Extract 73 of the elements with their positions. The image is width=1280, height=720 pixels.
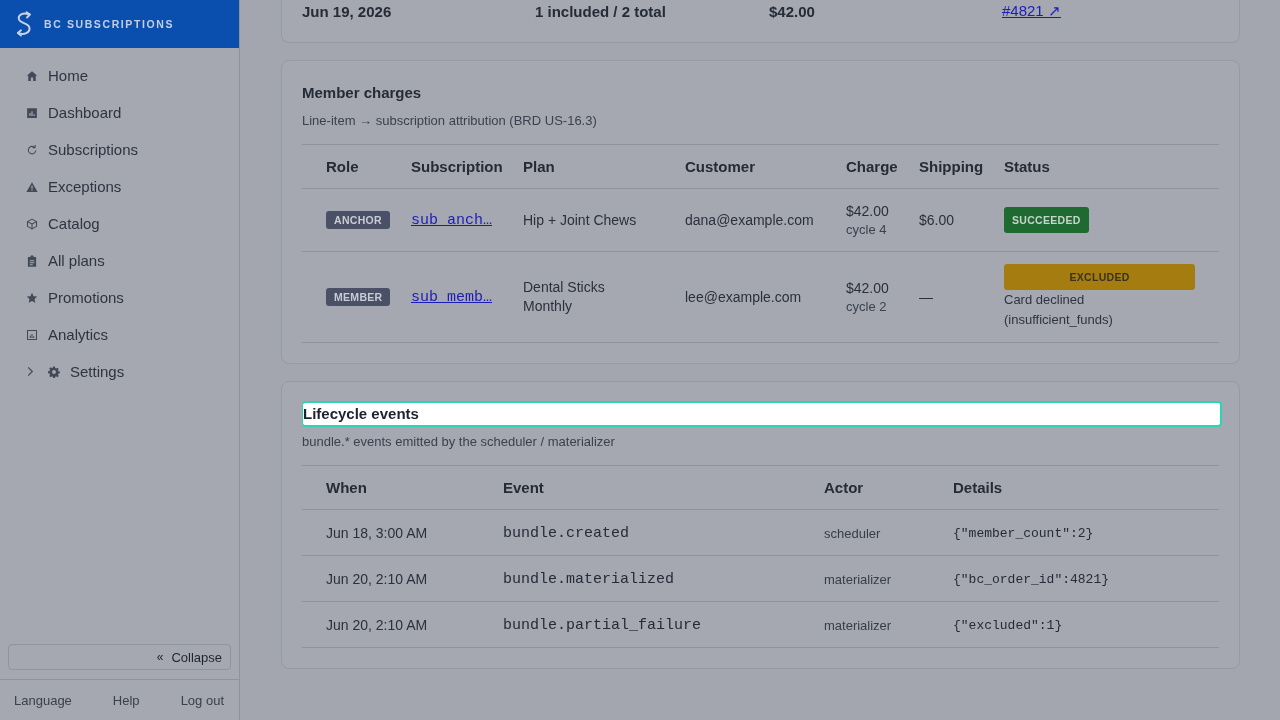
- status-tag: SUCCEEDED: [1004, 207, 1089, 233]
- event-name: bundle.materialized: [503, 570, 675, 588]
- column-header: Shipping: [919, 158, 985, 175]
- event-details: {"excluded":1}: [953, 618, 1063, 633]
- section-subtitle: bundle.* events emitted by the scheduler / materializer: [302, 433, 616, 451]
- footer-link[interactable]: Language: [14, 692, 72, 708]
- nav-item[interactable]: Analytics: [0, 316, 231, 353]
- nav-item[interactable]: All plans: [0, 242, 231, 279]
- table-cell: Jun 19, 2026: [302, 2, 392, 20]
- table-cell: —: [919, 289, 933, 305]
- table-cell: lee@example.com: [685, 289, 802, 305]
- table-cell-text: $42.00: [846, 202, 889, 221]
- column-header: Event: [503, 479, 545, 496]
- gear-icon: [48, 365, 60, 378]
- table-cell: Jun 18, 3:00 AM: [326, 524, 428, 541]
- status-note: Card declined (insufficient_funds): [1004, 291, 1114, 329]
- refresh-icon: [26, 143, 38, 156]
- subscription-link[interactable]: sub_anch…: [411, 212, 492, 229]
- column-header: Details: [953, 479, 1004, 496]
- role-tag: MEMBER: [326, 288, 391, 306]
- event-name: bundle.partial_failure: [503, 616, 702, 634]
- column-header: Subscription: [411, 158, 504, 175]
- nav-item[interactable]: Promotions: [0, 279, 231, 316]
- table-cell: Jun 20, 2:10 AM: [326, 616, 428, 633]
- column-header: Role: [325, 158, 360, 175]
- order-link[interactable]: #4821 ↗: [1002, 2, 1061, 20]
- event-details: {"member_count":2}: [953, 526, 1094, 541]
- table-cell: materializer: [824, 571, 892, 587]
- chevron-icon: [26, 366, 34, 377]
- nav-item[interactable]: Dashboard: [0, 94, 231, 131]
- section-title: Lifecycle events: [302, 401, 1222, 427]
- dashboard-icon: [26, 106, 38, 119]
- event-name: bundle.created: [503, 524, 630, 542]
- cube-icon: [26, 217, 38, 230]
- table-cell: Hip + Joint Chews: [523, 211, 637, 228]
- event-details: {"bc_order_id":4821}: [953, 572, 1110, 587]
- status-tag: EXCLUDED: [1004, 264, 1195, 290]
- cycle-label: cycle 2: [846, 298, 887, 316]
- column-header: Plan: [523, 158, 556, 175]
- cycle-label: cycle 4: [846, 221, 887, 239]
- column-header: Status: [1004, 158, 1051, 175]
- nav-item[interactable]: Home: [0, 57, 231, 94]
- column-header: When: [325, 479, 368, 496]
- brand-name: BC SUBSCRIPTIONS: [44, 18, 175, 30]
- clipboard-icon: [26, 254, 38, 267]
- home-icon: [26, 69, 38, 82]
- table-cell: scheduler: [824, 525, 881, 541]
- section-title: Member charges: [302, 83, 423, 103]
- section-subtitle: Line-item → subscription attribution (BRD US-16.3): [302, 112, 598, 130]
- bar-chart-icon: [26, 328, 38, 341]
- table-cell: dana@example.com: [685, 212, 814, 228]
- star-icon: [26, 291, 38, 304]
- column-header: Actor: [824, 479, 865, 496]
- column-header: Charge: [846, 158, 899, 175]
- nav-item[interactable]: Subscriptions: [0, 131, 231, 168]
- column-header: Customer: [685, 158, 756, 175]
- warning-icon: [26, 180, 38, 193]
- table-cell: $6.00: [919, 212, 955, 228]
- table-cell: materializer: [824, 617, 892, 633]
- logo-icon: [14, 11, 34, 37]
- nav-item[interactable]: Settings: [0, 353, 231, 390]
- footer-link[interactable]: Help: [112, 692, 140, 708]
- collapse-button[interactable]: « Collapse: [8, 644, 231, 670]
- table-cell: 1 included / 2 total: [535, 2, 666, 20]
- subscription-link[interactable]: sub_memb…: [411, 289, 492, 306]
- nav-item[interactable]: Exceptions: [0, 168, 231, 205]
- footer-link[interactable]: Log out: [180, 692, 224, 708]
- role-tag: ANCHOR: [326, 211, 390, 229]
- table-cell: Dental Sticks Monthly: [523, 279, 605, 314]
- nav-item[interactable]: Catalog: [0, 205, 231, 242]
- table-cell: $42.00: [769, 2, 815, 20]
- table-cell: Jun 20, 2:10 AM: [326, 570, 428, 587]
- table-cell-text: $42.00: [846, 279, 889, 298]
